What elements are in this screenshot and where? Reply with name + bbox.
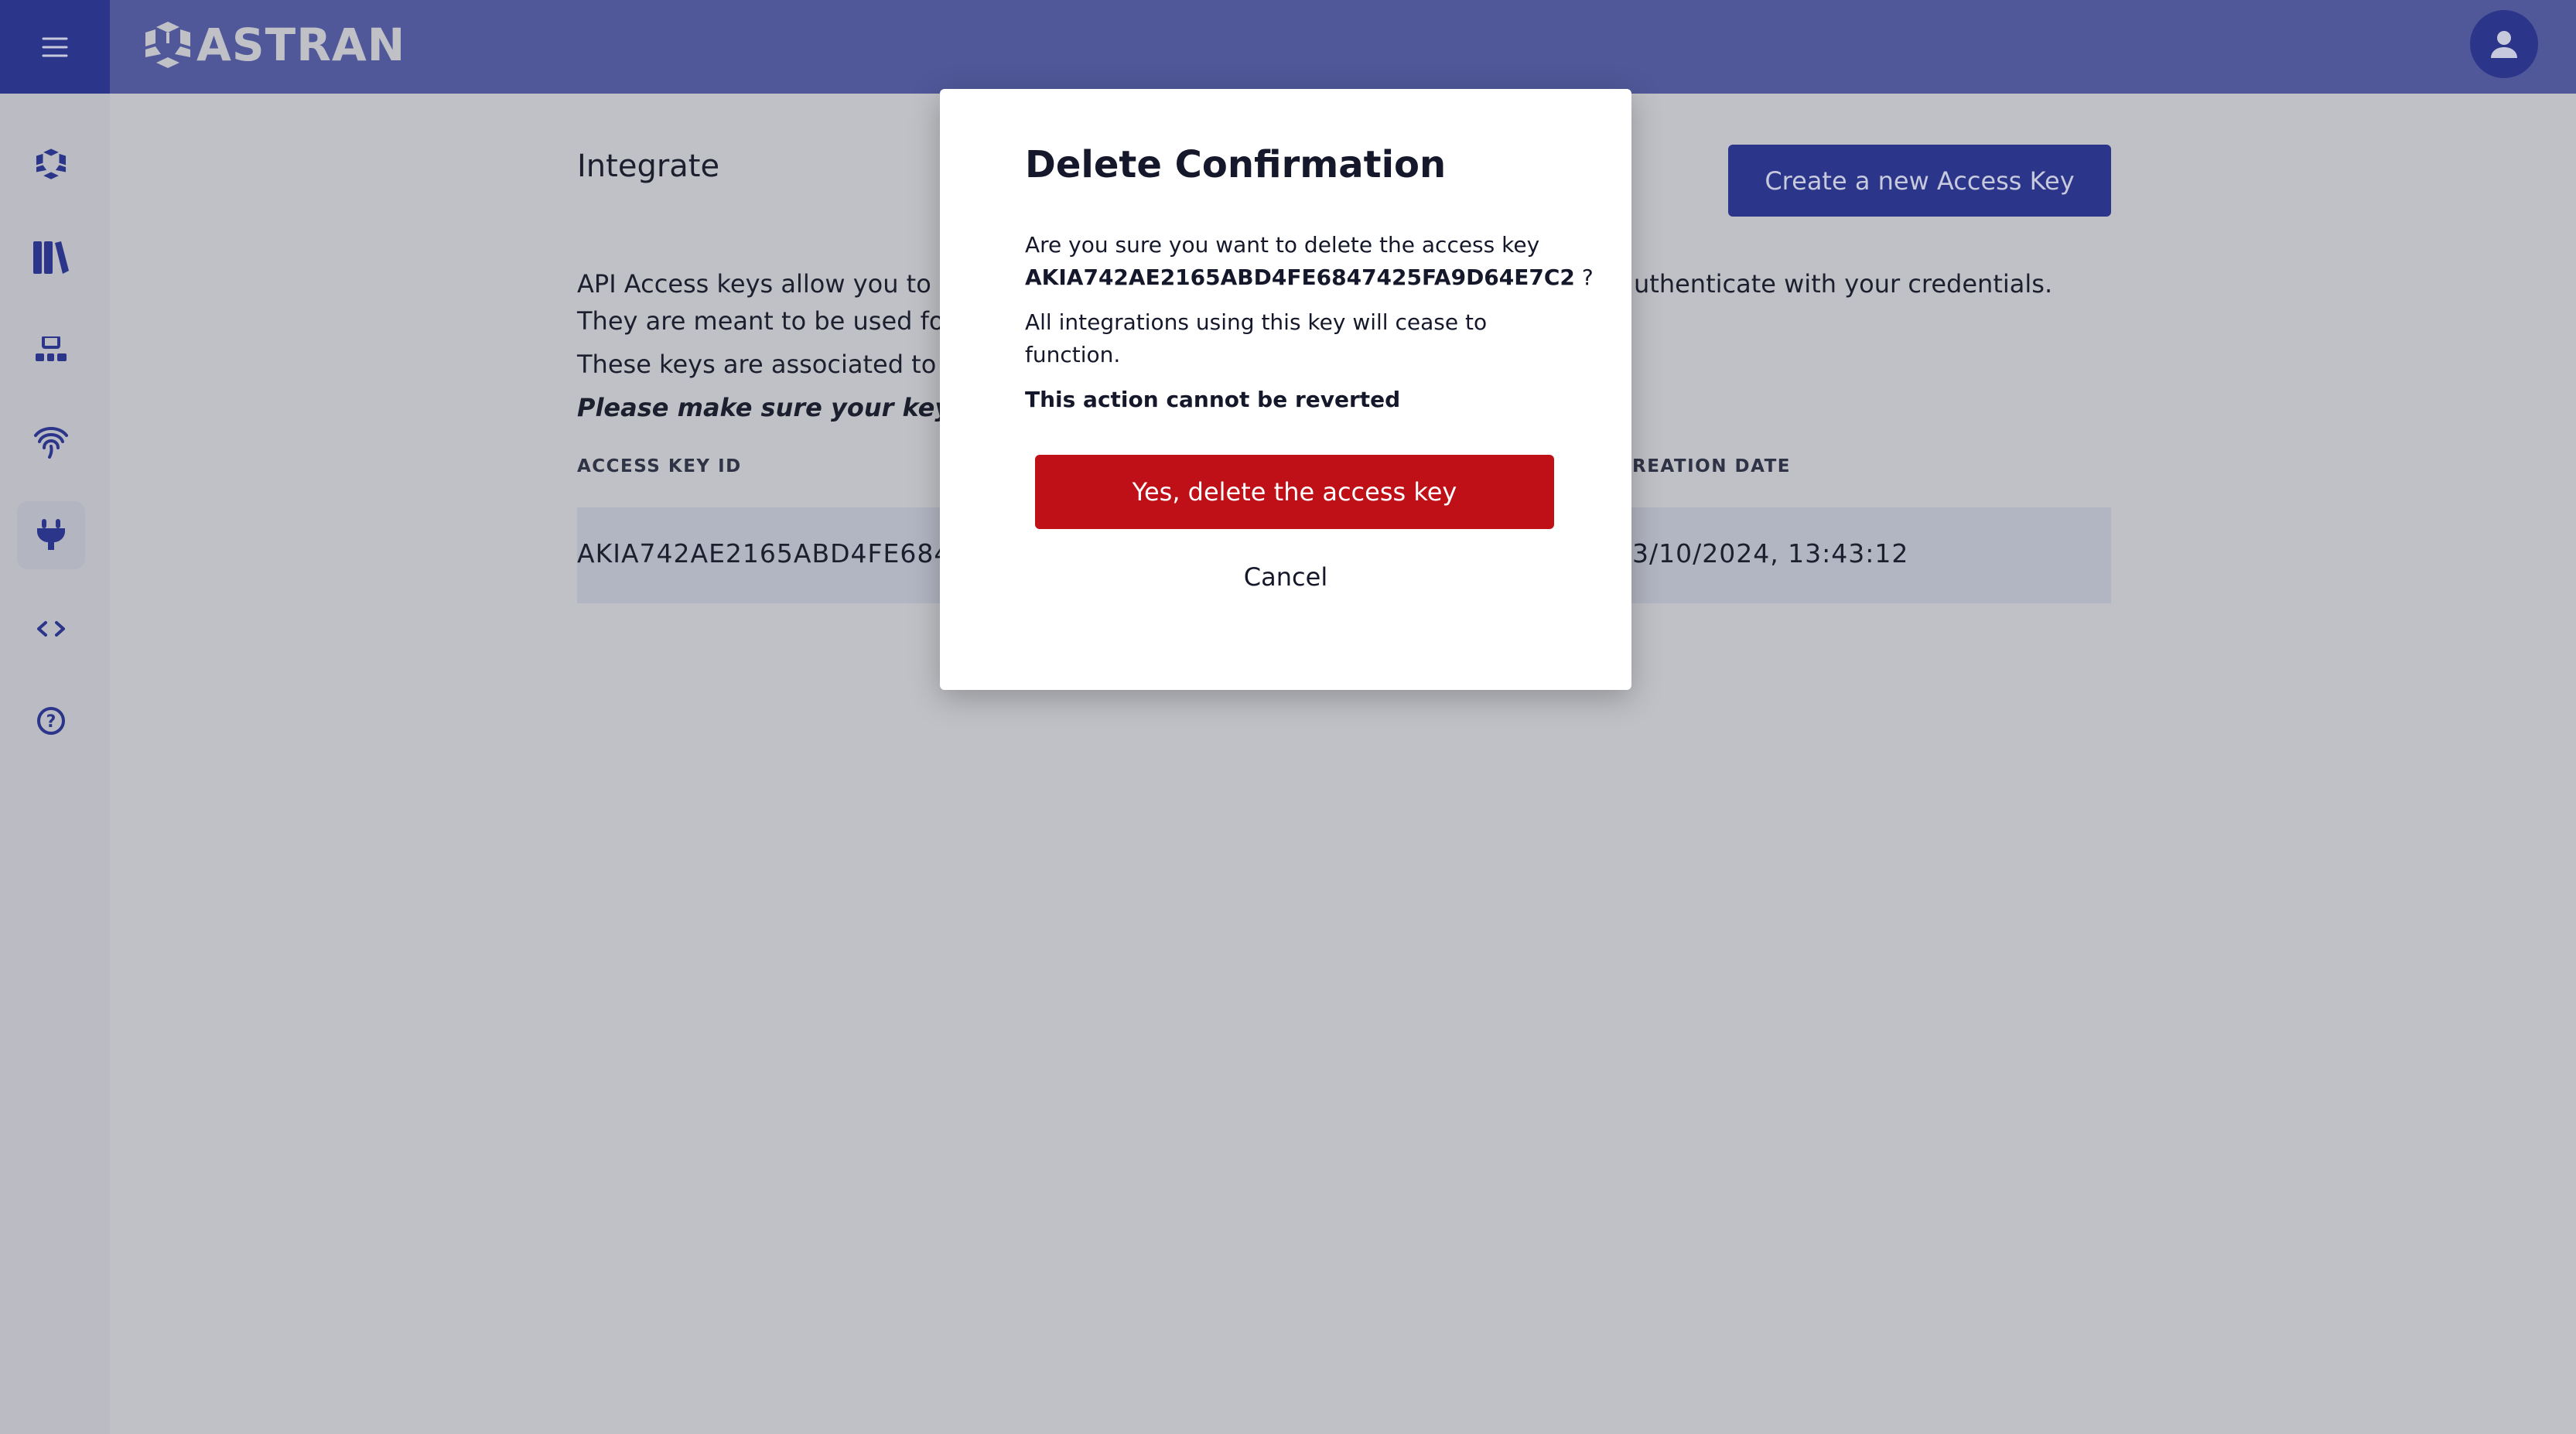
sidebar-item-help[interactable]: ?	[17, 687, 85, 755]
dialog-access-key: AKIA742AE2165ABD4FE6847425FA9D64E7C2	[1025, 265, 1575, 290]
logo-icon	[145, 22, 190, 68]
brand-name: ASTRAN	[196, 19, 406, 71]
svg-text:?: ?	[46, 712, 56, 732]
confirm-delete-button[interactable]: Yes, delete the access key	[1035, 455, 1554, 529]
user-icon	[2491, 31, 2517, 58]
creation-date-cell: 3/10/2024, 13:43:12	[1632, 538, 1909, 568]
create-access-key-button[interactable]: Create a new Access Key	[1728, 145, 2111, 217]
delete-confirmation-dialog: Delete Confirmation Are you sure you wan…	[940, 89, 1631, 690]
help-icon: ?	[37, 707, 65, 735]
library-icon	[33, 241, 69, 274]
astran-logo[interactable]: ASTRAN	[145, 19, 405, 71]
description-line-3: These keys are associated to y	[577, 350, 959, 379]
hamburger-icon	[42, 37, 68, 56]
dialog-question: Are you sure you want to delete the acce…	[1025, 232, 1540, 258]
dialog-question-mark: ?	[1574, 265, 1594, 290]
fingerprint-icon	[34, 427, 68, 459]
sidebar-item-fingerprint[interactable]	[17, 408, 85, 476]
description-line-2: They are meant to be used fo	[577, 306, 945, 336]
hierarchy-icon	[36, 336, 67, 361]
top-bar: ASTRAN	[0, 0, 2576, 94]
dialog-irreversible-note: This action cannot be reverted	[1025, 387, 1401, 412]
sidebar-item-integrate[interactable]	[17, 501, 85, 569]
sidebar: ?	[0, 94, 110, 1434]
access-key-id-cell: AKIA742AE2165ABD4FE684	[577, 538, 951, 568]
sidebar-item-code[interactable]	[17, 595, 85, 663]
description-line-1-end: uthenticate with your credentials.	[1634, 269, 2053, 299]
sidebar-item-hierarchy[interactable]	[17, 316, 85, 384]
cube-icon	[36, 149, 67, 179]
description-line-1: API Access keys allow you to c	[577, 269, 953, 299]
menu-button[interactable]	[0, 0, 110, 94]
dialog-warning-line-2: function.	[1025, 342, 1121, 367]
sidebar-item-library[interactable]	[17, 224, 85, 292]
page-title: Integrate	[577, 149, 720, 184]
column-header-creation-date: REATION DATE	[1632, 456, 1791, 476]
dialog-title: Delete Confirmation	[1025, 143, 1447, 186]
cancel-button[interactable]: Cancel	[940, 562, 1631, 592]
plug-icon	[37, 519, 65, 550]
description-warning: Please make sure your keys a	[577, 393, 992, 422]
code-icon	[37, 621, 65, 637]
user-avatar-button[interactable]	[2470, 10, 2538, 78]
column-header-access-key-id: ACCESS KEY ID	[577, 456, 742, 476]
sidebar-item-cube[interactable]	[17, 130, 85, 198]
dialog-warning-line-1: All integrations using this key will cea…	[1025, 309, 1488, 335]
